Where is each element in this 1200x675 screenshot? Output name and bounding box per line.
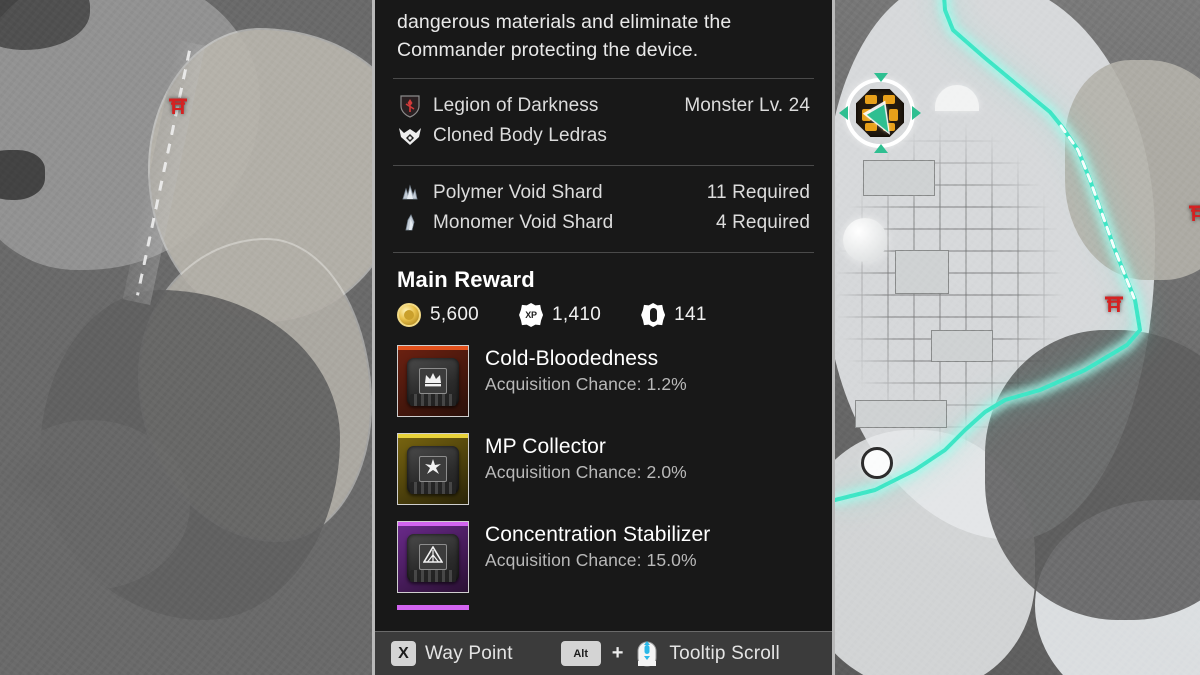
reward-item-name: Concentration Stabilizer (485, 523, 711, 546)
xp-value: 1,410 (552, 304, 602, 325)
xp-badge-icon: XP (519, 303, 544, 327)
faction-name: Legion of Darkness (433, 95, 599, 116)
material-row: Polymer Void Shard 11 Required (397, 178, 810, 208)
materials-block: Polymer Void Shard 11 Required Monomer V… (375, 166, 832, 252)
reward-currencies: 5,600 XP 1,410 141 (375, 303, 832, 341)
currency-xp: XP 1,410 (519, 303, 601, 327)
horned-mask-icon (397, 123, 423, 149)
rarity-bar (398, 522, 468, 526)
map-region-left[interactable] (0, 0, 372, 675)
chip-legs (410, 394, 456, 406)
crown-chip-icon (421, 368, 445, 390)
hint-label-tooltip-scroll: Tooltip Scroll (669, 642, 780, 664)
compass-arrow-south (874, 144, 888, 153)
tooltip-scroll-body[interactable]: dangerous materials and eliminate the Co… (375, 0, 832, 631)
quest-tooltip-panel: dangerous materials and eliminate the Co… (372, 0, 835, 675)
burst-chip-icon (421, 456, 445, 478)
reward-item-name: MP Collector (485, 435, 607, 458)
reward-item-list: Cold-Bloodedness Acquisition Chance: 1.2… (375, 341, 832, 610)
faction-block: Legion of Darkness Monster Lv. 24 Cloned… (375, 79, 832, 165)
tooltip-footer-hints: X Way Point Alt + Tooltip Scroll (375, 631, 832, 675)
terrain-flatland (1065, 60, 1200, 280)
currency-gold: 5,600 (397, 303, 479, 327)
key-x: X (391, 641, 416, 666)
torii-gate-marker[interactable] (1188, 203, 1200, 223)
reward-item-text: Cold-Bloodedness Acquisition Chance: 1.2… (485, 345, 687, 395)
material-requirement: 11 Required (706, 182, 810, 203)
faction-row: Legion of Darkness Monster Lv. 24 (397, 91, 810, 121)
main-reward-heading: Main Reward (397, 267, 535, 292)
hint-label-way-point: Way Point (425, 642, 513, 664)
enemy-row: Cloned Body Ledras (397, 121, 810, 151)
mouse-scroll-icon (634, 640, 660, 668)
reward-item-thumbnail (397, 433, 469, 505)
reward-item[interactable]: Cold-Bloodedness Acquisition Chance: 1.2… (375, 341, 832, 417)
reward-item-name: Cold-Bloodedness (485, 347, 659, 370)
hint-way-point[interactable]: X Way Point (391, 641, 513, 666)
rarity-bar (398, 346, 468, 350)
rarity-bar (398, 434, 468, 438)
crystal-shard-icon (397, 210, 423, 236)
torii-gate-marker[interactable] (168, 96, 188, 116)
objective-circle-marker[interactable] (861, 447, 893, 479)
reward-item[interactable]: MP Collector Acquisition Chance: 2.0% (375, 429, 832, 505)
dome-landmark (843, 218, 887, 262)
reward-item-thumbnail (397, 521, 469, 593)
building-block (855, 400, 947, 428)
material-row: Monomer Void Shard 4 Required (397, 208, 810, 238)
material-requirement: 4 Required (716, 212, 810, 233)
hint-tooltip-scroll[interactable]: Alt + Tooltip Scroll (560, 640, 780, 668)
reward-item-chance: Acquisition Chance: 2.0% (485, 462, 687, 482)
chip-legs (410, 482, 456, 494)
player-position-compass[interactable] (839, 73, 921, 153)
compass-arrow-east (912, 106, 921, 120)
reward-item-thumbnail (397, 345, 469, 417)
compass-arrow-west (839, 106, 848, 120)
monster-level: Monster Lv. 24 (684, 95, 810, 116)
reward-item-chance: Acquisition Chance: 15.0% (485, 550, 697, 570)
token-value: 141 (674, 304, 707, 325)
triangle-chip-icon (421, 544, 445, 566)
crystal-shard-icon (397, 180, 423, 206)
building-block (931, 330, 993, 362)
gold-value: 5,600 (430, 304, 480, 325)
quest-description-block: dangerous materials and eliminate the Co… (375, 0, 832, 78)
compass-arrow-north (874, 73, 888, 82)
material-name: Monomer Void Shard (433, 212, 614, 233)
building-block (895, 250, 949, 294)
currency-token: 141 (641, 303, 707, 327)
next-reward-item-peek (397, 605, 469, 610)
plus-separator: + (611, 642, 624, 664)
reward-item[interactable]: Concentration Stabilizer Acquisition Cha… (375, 517, 832, 593)
key-alt: Alt (560, 641, 601, 666)
gold-coin-icon (397, 303, 421, 327)
reward-item-chance: Acquisition Chance: 1.2% (485, 374, 687, 394)
enemy-name: Cloned Body Ledras (433, 125, 607, 146)
module-token-icon (641, 303, 666, 327)
building-block (863, 160, 935, 196)
shield-emblem-icon (397, 93, 423, 119)
quest-description: dangerous materials and eliminate the Co… (397, 11, 732, 61)
reward-item-text: MP Collector Acquisition Chance: 2.0% (485, 433, 687, 483)
torii-gate-marker[interactable] (1104, 294, 1124, 314)
reward-item-text: Concentration Stabilizer Acquisition Cha… (485, 521, 710, 571)
game-map-screen: dangerous materials and eliminate the Co… (0, 0, 1200, 675)
chip-legs (410, 570, 456, 582)
material-name: Polymer Void Shard (433, 182, 603, 203)
